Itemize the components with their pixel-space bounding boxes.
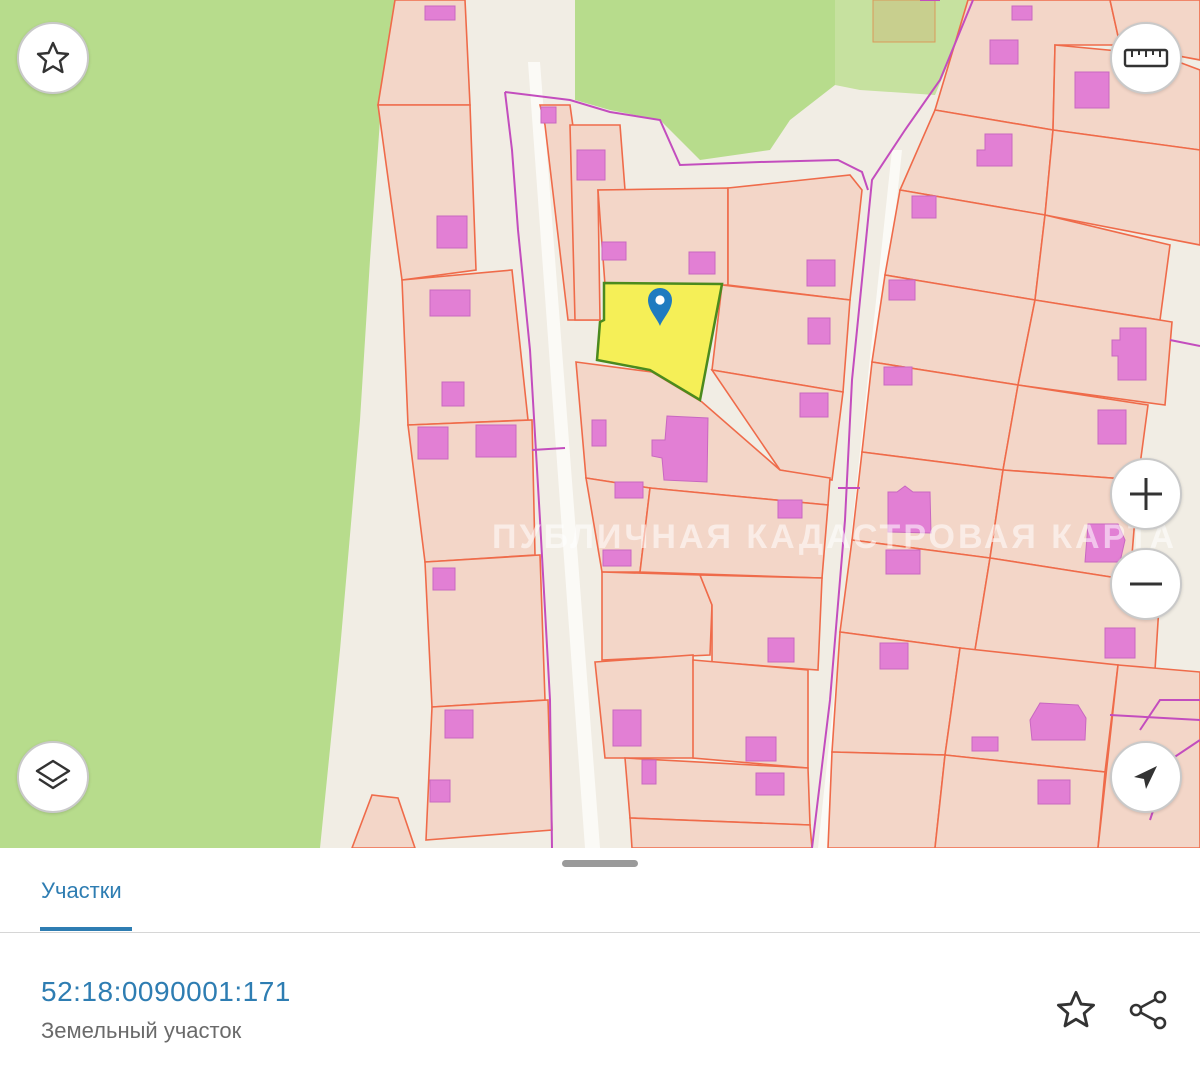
app-root: ПУБЛИЧНАЯ КАДАСТРОВАЯ КАРТА Участки 52:1… (0, 0, 1200, 1080)
star-outline-icon (1056, 990, 1096, 1028)
favorite-parcel-button[interactable] (1052, 986, 1100, 1034)
my-location-button[interactable] (1110, 741, 1182, 813)
layers-button[interactable] (17, 741, 89, 813)
layers-icon (35, 759, 71, 790)
tab-active-indicator (40, 927, 132, 931)
sheet-drag-handle[interactable] (562, 860, 638, 867)
tab-divider (0, 932, 1200, 933)
tab-parcels[interactable]: Участки (41, 878, 122, 904)
forest-area (872, 0, 936, 43)
share-icon (1129, 990, 1167, 1030)
zoom-out-button[interactable] (1110, 548, 1182, 620)
zoom-in-button[interactable] (1110, 458, 1182, 530)
ruler-button[interactable] (1110, 22, 1182, 94)
forest-area (0, 0, 395, 848)
favorite-map-button[interactable] (17, 22, 89, 94)
ruler-icon (1123, 48, 1169, 68)
star-outline-icon (36, 41, 70, 74)
parcel-type: Земельный участок (41, 1018, 242, 1043)
map-canvas[interactable] (0, 0, 1200, 848)
plus-icon (1130, 478, 1162, 510)
map-view[interactable]: ПУБЛИЧНАЯ КАДАСТРОВАЯ КАРТА (0, 0, 1200, 848)
navigation-arrow-icon (1134, 766, 1157, 789)
cadastral-number[interactable]: 52:18:0090001:171 (41, 976, 291, 1008)
bottom-sheet: Участки 52:18:0090001:171 Земельный учас… (0, 848, 1200, 1080)
map-watermark: ПУБЛИЧНАЯ КАДАСТРОВАЯ КАРТА (492, 518, 1178, 556)
share-button[interactable] (1124, 986, 1172, 1034)
minus-icon (1130, 582, 1162, 586)
